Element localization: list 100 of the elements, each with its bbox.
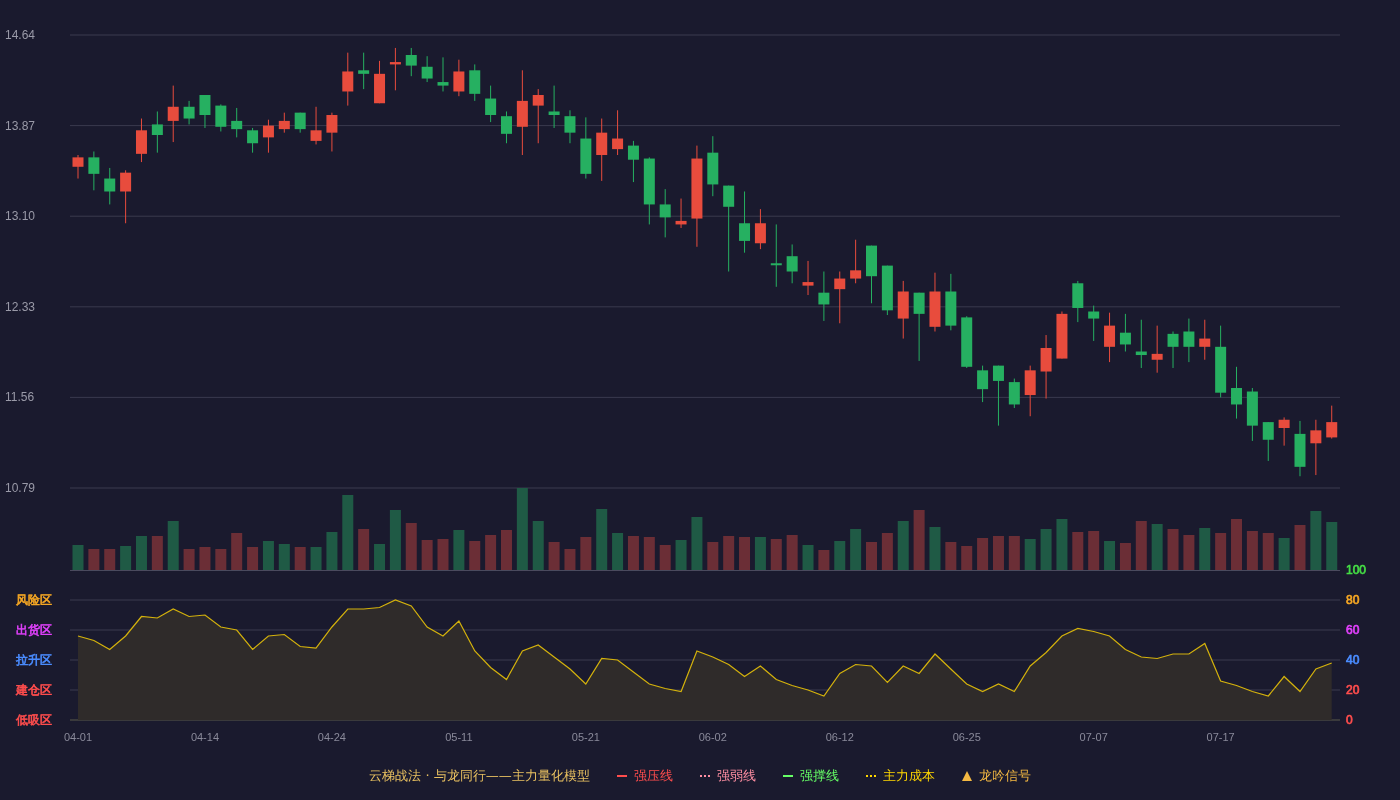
candlestick bbox=[501, 111, 512, 144]
candlestick bbox=[881, 265, 893, 316]
candlestick bbox=[405, 47, 417, 77]
candlestick bbox=[739, 191, 751, 254]
candlestick bbox=[1262, 421, 1274, 462]
candlestick bbox=[262, 119, 274, 154]
candlestick bbox=[802, 260, 814, 296]
candlestick bbox=[389, 47, 401, 91]
candlestick bbox=[754, 208, 766, 250]
legend-label: 龙吟信号 bbox=[978, 767, 1031, 785]
candlestick bbox=[532, 88, 544, 144]
candlestick bbox=[643, 156, 655, 225]
zone-label: 风险区 bbox=[16, 593, 52, 607]
candlestick bbox=[183, 100, 195, 125]
axis-label: 11.56 bbox=[5, 390, 35, 405]
candlestick bbox=[72, 154, 84, 180]
candlestick bbox=[247, 127, 259, 154]
candlestick bbox=[675, 198, 687, 229]
candlestick bbox=[596, 118, 608, 182]
zone-label: 出货区 bbox=[16, 623, 52, 637]
zone-label: 建仓区 bbox=[16, 683, 52, 697]
candlestick bbox=[1278, 416, 1290, 447]
candlestick bbox=[1088, 305, 1100, 342]
axis-label: 13.87 bbox=[5, 118, 36, 133]
candlestick bbox=[659, 188, 671, 238]
candlestick bbox=[992, 365, 1004, 427]
candlestick bbox=[866, 245, 877, 304]
candlestick bbox=[1040, 334, 1052, 400]
candlestick bbox=[786, 243, 798, 284]
candlestick bbox=[231, 107, 243, 138]
axis-label: 05-21 bbox=[571, 731, 600, 743]
candlestick bbox=[1310, 419, 1322, 476]
legend-label: 强撑线 bbox=[799, 767, 839, 785]
candlestick bbox=[1167, 331, 1179, 369]
axis-label: 60 bbox=[1346, 623, 1360, 637]
candlestick bbox=[961, 315, 973, 369]
candlestick bbox=[167, 85, 179, 143]
candlestick bbox=[580, 116, 592, 180]
candlestick bbox=[1056, 311, 1068, 360]
candlestick bbox=[707, 135, 719, 197]
candlestick bbox=[88, 151, 100, 191]
candlestick bbox=[1024, 365, 1036, 417]
candlestick bbox=[310, 106, 322, 145]
candlestick bbox=[1183, 318, 1195, 363]
candlestick bbox=[945, 273, 957, 331]
candlestick bbox=[151, 111, 163, 154]
candlestick bbox=[977, 365, 989, 403]
axis-label: 40 bbox=[1346, 653, 1360, 667]
axis-label: 07-07 bbox=[1079, 731, 1108, 743]
candlestick bbox=[1231, 366, 1242, 420]
axis-label: 05-11 bbox=[445, 731, 473, 743]
axis-label: 0 bbox=[1346, 713, 1353, 727]
axis-label: 100 bbox=[1346, 563, 1367, 577]
axis-label: 06-25 bbox=[952, 731, 981, 743]
candlestick bbox=[1119, 313, 1131, 352]
candlestick bbox=[1326, 405, 1338, 440]
candlestick bbox=[612, 109, 624, 156]
candlestick bbox=[294, 112, 306, 134]
candlestick bbox=[1104, 312, 1116, 363]
candlestick bbox=[1246, 387, 1258, 442]
candlestick bbox=[548, 85, 560, 129]
candlestick bbox=[1151, 325, 1163, 374]
candlestick bbox=[564, 109, 576, 144]
legend-label: 强压线 bbox=[633, 767, 673, 785]
candlestick bbox=[1199, 319, 1211, 361]
candlestick bbox=[104, 167, 116, 205]
axis-label: 13.10 bbox=[5, 209, 36, 224]
legend-label: 强弱线 bbox=[716, 767, 756, 785]
axis-label: 80 bbox=[1346, 593, 1360, 607]
candlestick bbox=[770, 223, 782, 288]
candlestick bbox=[437, 56, 449, 92]
candlestick bbox=[342, 52, 354, 107]
candlestick bbox=[627, 140, 639, 183]
candlestick bbox=[850, 239, 862, 284]
axis-label: 20 bbox=[1346, 683, 1360, 697]
axis-label: 04-24 bbox=[317, 731, 346, 743]
candlestick bbox=[1135, 319, 1147, 369]
candlestick bbox=[1072, 280, 1084, 323]
candlestick bbox=[913, 292, 925, 362]
legend-label: 主力成本 bbox=[882, 767, 935, 785]
axis-label: 14.64 bbox=[5, 28, 36, 42]
candlestick bbox=[1008, 378, 1020, 409]
candlestick bbox=[1294, 420, 1306, 477]
axis-label: 06-12 bbox=[825, 731, 854, 743]
candlestick bbox=[120, 169, 132, 224]
axis-label: 06-02 bbox=[698, 731, 727, 743]
axis-label: 04-14 bbox=[190, 731, 220, 743]
candlestick bbox=[897, 280, 909, 340]
candlestick bbox=[453, 59, 465, 97]
candlestick bbox=[421, 55, 433, 83]
axis-label: 12.33 bbox=[5, 299, 36, 314]
axis-label: 04-01 bbox=[63, 731, 93, 743]
candlestick bbox=[469, 63, 481, 102]
candlestick bbox=[278, 112, 290, 134]
candlestick bbox=[215, 103, 227, 132]
candlestick bbox=[358, 52, 370, 90]
axis-label: 10.79 bbox=[5, 481, 36, 495]
candlestick bbox=[818, 271, 830, 322]
legend-title: 云梯战法 · 与龙同行——主力量化模型 bbox=[369, 767, 590, 785]
candlestick bbox=[485, 85, 497, 123]
